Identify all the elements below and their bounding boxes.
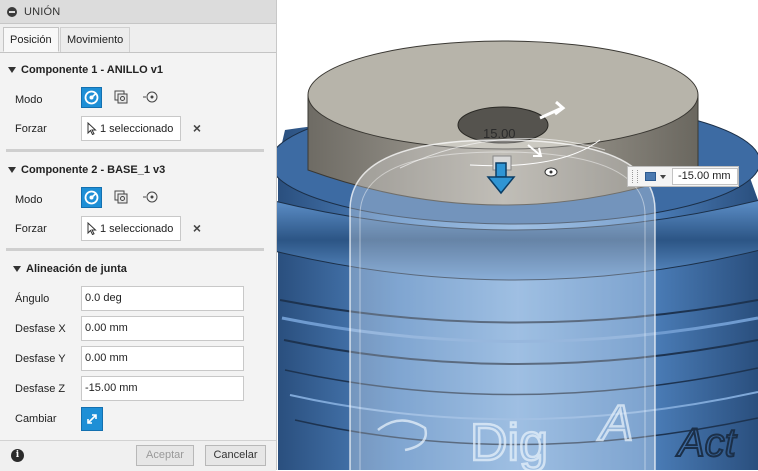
- mode-center-button-1[interactable]: [140, 87, 161, 108]
- chevron-down-icon[interactable]: [660, 174, 666, 179]
- force-label-1: Forzar: [15, 123, 47, 135]
- offset-y-label: Desfase Y: [15, 353, 66, 365]
- selection-field-1[interactable]: 1 seleccionado: [81, 116, 181, 141]
- between-planes-icon: [114, 190, 128, 204]
- input-mode-icon[interactable]: [645, 172, 656, 181]
- section-component-1[interactable]: Componente 1 - ANILLO v1: [8, 64, 163, 76]
- section-alignment-title: Alineación de junta: [26, 263, 127, 275]
- mode-label-1: Modo: [15, 94, 43, 106]
- snap-circle-icon: [84, 90, 99, 105]
- triangle-down-icon: [8, 167, 16, 173]
- tab-motion[interactable]: Movimiento: [60, 27, 131, 52]
- selection-count-1: 1 seleccionado: [100, 122, 174, 135]
- offset-y-input[interactable]: 0.00 mm: [81, 346, 244, 371]
- collapse-icon[interactable]: [7, 6, 17, 17]
- info-icon[interactable]: i: [11, 449, 24, 462]
- dialog-footer: i Aceptar Cancelar: [0, 440, 276, 471]
- mode-between-button-1[interactable]: [111, 87, 132, 108]
- offset-x-input[interactable]: 0.00 mm: [81, 316, 244, 341]
- offset-z-label: Desfase Z: [15, 383, 66, 395]
- mode-between-button-2[interactable]: [111, 187, 132, 208]
- angle-label: Ángulo: [15, 293, 50, 305]
- offset-value-popup[interactable]: -15.00 mm: [627, 166, 739, 187]
- clear-selection-button-1[interactable]: ×: [191, 121, 203, 135]
- triangle-down-icon: [8, 67, 16, 73]
- mode-simple-button-2[interactable]: [81, 187, 102, 208]
- cursor-icon: [87, 222, 97, 235]
- offset-z-input[interactable]: -15.00 mm: [81, 376, 244, 401]
- tangent-circle-icon: [143, 91, 158, 103]
- engraving-text-dig: Dig: [470, 414, 548, 470]
- section-alignment[interactable]: Alineación de junta: [13, 263, 127, 275]
- section-component-2[interactable]: Componente 2 - BASE_1 v3: [8, 164, 165, 176]
- cursor-icon: [87, 122, 97, 135]
- joint-dialog: UNIÓN Posición Movimiento Componente 1 -…: [0, 0, 277, 471]
- ok-button[interactable]: Aceptar: [136, 445, 194, 466]
- offset-x-label: Desfase X: [15, 323, 66, 335]
- section-component-1-title: Componente 1 - ANILLO v1: [21, 64, 163, 76]
- flip-arrows-icon: [87, 414, 97, 424]
- mode-simple-button-1[interactable]: [81, 87, 102, 108]
- engraving-text-act: Act: [676, 421, 738, 465]
- tab-bar: Posición Movimiento: [0, 24, 276, 53]
- clear-selection-button-2[interactable]: ×: [191, 221, 203, 235]
- tab-position[interactable]: Posición: [3, 27, 59, 52]
- flip-label: Cambiar: [15, 413, 57, 425]
- mode-center-button-2[interactable]: [140, 187, 161, 208]
- offset-value-input[interactable]: -15.00 mm: [672, 168, 738, 185]
- tangent-circle-icon: [143, 191, 158, 203]
- dialog-title: UNIÓN: [24, 5, 61, 18]
- force-label-2: Forzar: [15, 223, 47, 235]
- section-component-2-title: Componente 2 - BASE_1 v3: [21, 164, 166, 176]
- divider: [6, 248, 264, 251]
- flip-button[interactable]: [81, 407, 103, 431]
- angle-input[interactable]: 0.0 deg: [81, 286, 244, 311]
- between-planes-icon: [114, 90, 128, 104]
- snap-circle-icon: [84, 190, 99, 205]
- dimension-label: 15.00: [483, 126, 516, 141]
- divider: [6, 149, 264, 152]
- dialog-titlebar[interactable]: UNIÓN: [0, 0, 276, 24]
- triangle-down-icon: [13, 266, 21, 272]
- mode-label-2: Modo: [15, 194, 43, 206]
- cancel-button[interactable]: Cancelar: [205, 445, 266, 466]
- drag-grip-icon[interactable]: [632, 170, 638, 183]
- selection-field-2[interactable]: 1 seleccionado: [81, 216, 181, 241]
- selection-count-2: 1 seleccionado: [100, 222, 174, 235]
- engraving-text-a: A: [597, 395, 633, 451]
